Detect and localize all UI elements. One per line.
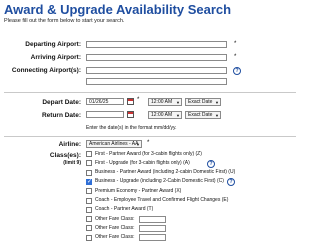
class-checkbox[interactable] <box>86 151 92 157</box>
class-option-label: Other Fare Class: <box>95 234 135 241</box>
chevron-down-icon: ▼ <box>176 113 180 118</box>
arriving-airport-input[interactable] <box>86 54 227 61</box>
required-marker: * <box>147 140 150 146</box>
airline-select[interactable]: American Airlines - AA ▼ <box>86 140 142 148</box>
return-time-value: 12:00 AM <box>151 112 173 118</box>
class-option-label: Business - Partner Award (including 2-ca… <box>95 169 236 176</box>
chevron-down-icon: ▼ <box>136 142 140 147</box>
class-checkbox[interactable] <box>86 225 92 232</box>
divider <box>4 136 296 137</box>
depart-date-input[interactable]: 01/26/25 <box>86 98 124 105</box>
class-option-label: Premium Economy - Partner Award (X) <box>95 187 182 194</box>
return-date-input[interactable] <box>86 111 124 118</box>
class-checkbox[interactable] <box>86 197 92 204</box>
connecting-airport-input-1[interactable] <box>86 67 227 74</box>
calendar-icon[interactable] <box>127 111 134 118</box>
class-checkbox[interactable] <box>86 160 92 167</box>
page-subtitle: Please fill out the form below to start … <box>4 18 125 24</box>
divider <box>4 92 296 93</box>
chevron-down-icon: ▼ <box>215 113 219 118</box>
class-option-label: First - Upgrade (for 3-cabin flights onl… <box>95 159 190 166</box>
depart-date-label: Depart Date: <box>42 99 81 106</box>
chevron-down-icon: ▼ <box>176 100 180 105</box>
connecting-help-icon[interactable]: ? <box>233 67 241 75</box>
depart-time-value: 12:00 AM <box>151 99 173 105</box>
return-mode-value: Exact Date <box>188 112 213 118</box>
class-checkbox[interactable] <box>86 169 92 176</box>
class-option-label: First - Partner Award (for 3-cabin fligh… <box>95 150 202 157</box>
required-marker: * <box>234 41 237 47</box>
date-format-hint: Enter the date(s) in the format mm/dd/yy… <box>86 125 177 131</box>
class-option-label: Business - Upgrade (including 2-Cabin Do… <box>95 178 224 185</box>
connecting-airport-input-2[interactable] <box>86 78 227 85</box>
other-fare-class-input[interactable] <box>139 234 166 242</box>
return-date-label: Return Date: <box>41 112 81 119</box>
page-title: Award & Upgrade Availability Search <box>4 2 232 17</box>
depart-time-select[interactable]: 12:00 AM ▼ <box>148 98 182 106</box>
class-help-icon[interactable]: ? <box>207 159 215 168</box>
class-checkbox[interactable] <box>86 188 92 195</box>
airline-value: American Airlines - AA <box>89 141 139 147</box>
classes-label: Class(es): <box>49 152 81 159</box>
depart-date-mode-select[interactable]: Exact Date ▼ <box>185 98 221 106</box>
class-option-label: Other Fare Class: <box>95 215 135 222</box>
departing-airport-label: Departing Airport: <box>25 41 81 48</box>
airline-label: Airline: <box>58 141 81 148</box>
required-marker: * <box>137 97 140 103</box>
class-option-label: Other Fare Class: <box>95 224 135 231</box>
chevron-down-icon: ▼ <box>215 100 219 105</box>
other-fare-class-input[interactable] <box>139 224 166 232</box>
departing-airport-input[interactable] <box>86 41 227 48</box>
class-option-label: Coach - Employee Travel and Confirmed Fl… <box>95 197 229 203</box>
connecting-airport-label: Connecting Airport(s): <box>11 67 81 74</box>
depart-mode-value: Exact Date <box>188 99 213 105</box>
other-fare-class-input[interactable] <box>139 215 166 223</box>
calendar-icon[interactable] <box>127 98 134 105</box>
classes-limit-note: (limit 9) <box>63 160 81 166</box>
class-checkbox[interactable] <box>86 234 92 241</box>
return-date-mode-select[interactable]: Exact Date ▼ <box>185 111 221 119</box>
class-help-icon[interactable]: ? <box>227 178 235 187</box>
class-checkbox[interactable] <box>86 178 92 185</box>
class-checkbox[interactable] <box>86 216 92 223</box>
class-checkbox[interactable] <box>86 206 92 213</box>
class-option-label: Coach - Partner Award (T) <box>95 206 154 213</box>
return-time-select[interactable]: 12:00 AM ▼ <box>148 111 182 119</box>
arriving-airport-label: Arriving Airport: <box>30 54 81 61</box>
required-marker: * <box>234 54 237 60</box>
